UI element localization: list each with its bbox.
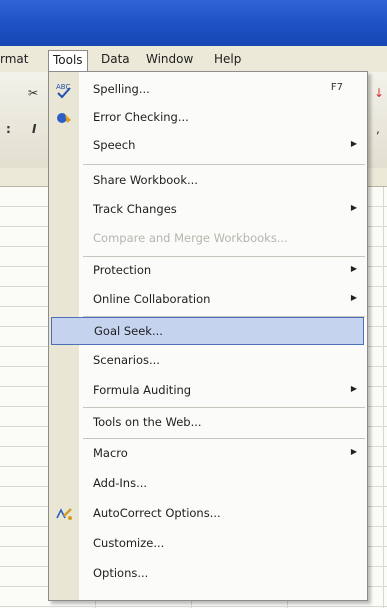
menu-item-compare-merge: Compare and Merge Workbooks... xyxy=(93,231,288,245)
toolbar-right-icon-2[interactable]: , xyxy=(376,122,380,136)
menu-bar: rmat Tools Data Window Help xyxy=(0,46,387,73)
menu-item-customize[interactable]: Customize... xyxy=(49,530,367,558)
cut-icon[interactable]: ✂ xyxy=(28,86,38,100)
tools-menu-dropdown: ABC Spelling... F7 Error Checking... Spe… xyxy=(48,71,368,601)
menu-item-tools-on-web[interactable]: Tools on the Web... xyxy=(49,409,367,437)
submenu-arrow-icon: ▶ xyxy=(350,139,357,148)
menu-separator xyxy=(83,407,365,408)
submenu-arrow-icon: ▶ xyxy=(350,203,357,212)
toolbar-right-icon[interactable]: ↓ xyxy=(374,86,384,100)
toolbar-left-icon[interactable]: : xyxy=(6,122,11,136)
spelling-icon: ABC xyxy=(55,81,73,99)
menu-item-share-workbook[interactable]: Share Workbook... xyxy=(49,167,367,195)
submenu-arrow-icon: ▶ xyxy=(350,384,357,393)
submenu-arrow-icon: ▶ xyxy=(350,293,357,302)
menu-item-autocorrect-options[interactable]: AutoCorrect Options... xyxy=(49,500,367,528)
submenu-arrow-icon: ▶ xyxy=(350,264,357,273)
menu-item-goal-seek[interactable]: Goal Seek... xyxy=(51,317,364,345)
menu-item-protection[interactable]: Protection ▶ xyxy=(49,257,367,285)
error-checking-icon xyxy=(55,109,73,127)
menu-item-macro[interactable]: Macro ▶ xyxy=(49,440,367,468)
menu-item-spelling[interactable]: ABC Spelling... F7 xyxy=(49,76,367,104)
menu-item-formula-auditing[interactable]: Formula Auditing ▶ xyxy=(49,377,367,405)
menu-item-error-checking[interactable]: Error Checking... xyxy=(49,104,367,132)
menu-item-speech[interactable]: Speech ▶ xyxy=(49,132,367,160)
menu-item-track-changes[interactable]: Track Changes ▶ xyxy=(49,196,367,224)
menu-separator xyxy=(83,438,365,439)
autocorrect-icon xyxy=(55,505,73,523)
menu-format[interactable]: rmat xyxy=(0,50,28,68)
menu-tools[interactable]: Tools xyxy=(48,50,88,72)
menu-data[interactable]: Data xyxy=(101,50,130,68)
menu-item-add-ins[interactable]: Add-Ins... xyxy=(49,470,367,498)
menu-item-scenarios[interactable]: Scenarios... xyxy=(49,347,367,375)
italic-icon[interactable]: I xyxy=(32,122,36,136)
menu-separator xyxy=(83,164,365,165)
submenu-arrow-icon: ▶ xyxy=(350,447,357,456)
menu-item-options[interactable]: Options... xyxy=(49,560,367,588)
menu-window[interactable]: Window xyxy=(146,50,193,68)
menu-item-online-collaboration[interactable]: Online Collaboration ▶ xyxy=(49,286,367,314)
menu-help[interactable]: Help xyxy=(214,50,241,68)
title-bar xyxy=(0,0,387,46)
